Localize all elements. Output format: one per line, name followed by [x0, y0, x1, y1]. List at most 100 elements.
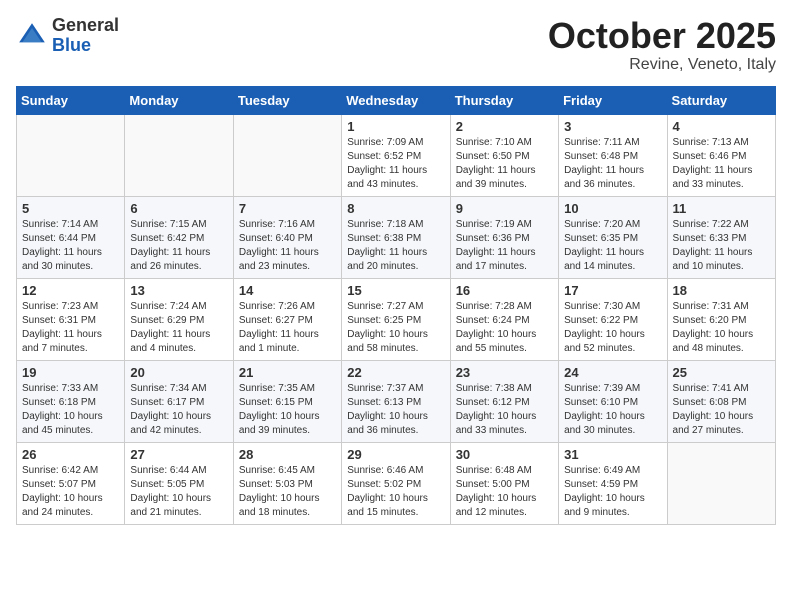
day-info: Sunrise: 7:37 AM Sunset: 6:13 PM Dayligh… — [347, 382, 444, 438]
day-number: 31 — [564, 447, 661, 462]
calendar-day-cell: 9Sunrise: 7:19 AM Sunset: 6:36 PM Daylig… — [450, 196, 558, 278]
day-number: 13 — [130, 283, 227, 298]
day-number: 5 — [22, 201, 119, 216]
logo: General Blue — [16, 16, 119, 56]
calendar-day-header: Wednesday — [342, 86, 450, 114]
day-info: Sunrise: 7:28 AM Sunset: 6:24 PM Dayligh… — [456, 300, 553, 356]
day-number: 15 — [347, 283, 444, 298]
day-number: 9 — [456, 201, 553, 216]
calendar-day-cell: 1 Sunrise: 7:09 AM Sunset: 6:52 PM Daylig… — [342, 114, 450, 196]
calendar-day-cell: 10Sunrise: 7:20 AM Sunset: 6:35 PM Dayli… — [559, 196, 667, 278]
day-info: Sunrise: 7:10 AM Sunset: 6:50 PM Dayligh… — [456, 136, 553, 192]
calendar-day-cell: 11 Sunrise: 7:22 AM Sunset: 6:33 PM Dayli… — [667, 196, 775, 278]
calendar-day-cell — [17, 114, 125, 196]
day-info: Sunrise: 7:15 AM Sunset: 6:42 PM Dayligh… — [130, 218, 227, 274]
calendar-day-cell: 6 Sunrise: 7:15 AM Sunset: 6:42 PM Daylig… — [125, 196, 233, 278]
calendar-week-row: 5 Sunrise: 7:14 AM Sunset: 6:44 PM Daylig… — [17, 196, 776, 278]
calendar-day-cell: 24 Sunrise: 7:39 AM Sunset: 6:10 PM Dayli… — [559, 360, 667, 442]
calendar-day-cell: 22Sunrise: 7:37 AM Sunset: 6:13 PM Dayli… — [342, 360, 450, 442]
calendar-day-cell: 23 Sunrise: 7:38 AM Sunset: 6:12 PM Dayli… — [450, 360, 558, 442]
calendar-day-cell: 20 Sunrise: 7:34 AM Sunset: 6:17 PM Dayli… — [125, 360, 233, 442]
calendar-day-header: Sunday — [17, 86, 125, 114]
day-number: 26 — [22, 447, 119, 462]
calendar-day-cell: 30 Sunrise: 6:48 AM Sunset: 5:00 PM Dayli… — [450, 442, 558, 524]
day-info: Sunrise: 7:18 AM Sunset: 6:38 PM Dayligh… — [347, 218, 444, 274]
day-number: 23 — [456, 365, 553, 380]
day-info: Sunrise: 7:41 AM Sunset: 6:08 PM Dayligh… — [673, 382, 770, 438]
day-number: 19 — [22, 365, 119, 380]
calendar-day-cell: 19 Sunrise: 7:33 AM Sunset: 6:18 PM Dayli… — [17, 360, 125, 442]
day-number: 18 — [673, 283, 770, 298]
day-number: 21 — [239, 365, 336, 380]
logo-icon — [16, 20, 48, 52]
day-number: 4 — [673, 119, 770, 134]
day-number: 12 — [22, 283, 119, 298]
day-info: Sunrise: 7:09 AM Sunset: 6:52 PM Dayligh… — [347, 136, 444, 192]
day-info: Sunrise: 7:14 AM Sunset: 6:44 PM Dayligh… — [22, 218, 119, 274]
title-block: October 2025 Revine, Veneto, Italy — [548, 16, 776, 74]
calendar-week-row: 26 Sunrise: 6:42 AM Sunset: 5:07 PM Dayli… — [17, 442, 776, 524]
calendar-week-row: 12 Sunrise: 7:23 AM Sunset: 6:31 PM Dayli… — [17, 278, 776, 360]
calendar-table: SundayMondayTuesdayWednesdayThursdayFrid… — [16, 86, 776, 525]
day-info: Sunrise: 7:23 AM Sunset: 6:31 PM Dayligh… — [22, 300, 119, 356]
day-info: Sunrise: 6:45 AM Sunset: 5:03 PM Dayligh… — [239, 464, 336, 520]
day-info: Sunrise: 7:38 AM Sunset: 6:12 PM Dayligh… — [456, 382, 553, 438]
calendar-day-cell: 25 Sunrise: 7:41 AM Sunset: 6:08 PM Dayli… — [667, 360, 775, 442]
day-number: 24 — [564, 365, 661, 380]
calendar-day-header: Thursday — [450, 86, 558, 114]
day-number: 2 — [456, 119, 553, 134]
day-number: 10 — [564, 201, 661, 216]
calendar-day-cell: 18 Sunrise: 7:31 AM Sunset: 6:20 PM Dayli… — [667, 278, 775, 360]
day-number: 8 — [347, 201, 444, 216]
calendar-day-cell: 14 Sunrise: 7:26 AM Sunset: 6:27 PM Dayli… — [233, 278, 341, 360]
day-info: Sunrise: 6:49 AM Sunset: 4:59 PM Dayligh… — [564, 464, 661, 520]
logo-general-text: General — [52, 16, 119, 36]
calendar-day-header: Tuesday — [233, 86, 341, 114]
calendar-day-cell: 15 Sunrise: 7:27 AM Sunset: 6:25 PM Dayli… — [342, 278, 450, 360]
day-info: Sunrise: 7:13 AM Sunset: 6:46 PM Dayligh… — [673, 136, 770, 192]
day-number: 17 — [564, 283, 661, 298]
calendar-day-cell: 26 Sunrise: 6:42 AM Sunset: 5:07 PM Dayli… — [17, 442, 125, 524]
day-info: Sunrise: 7:31 AM Sunset: 6:20 PM Dayligh… — [673, 300, 770, 356]
calendar-day-cell — [667, 442, 775, 524]
day-info: Sunrise: 6:44 AM Sunset: 5:05 PM Dayligh… — [130, 464, 227, 520]
day-number: 14 — [239, 283, 336, 298]
day-number: 29 — [347, 447, 444, 462]
day-info: Sunrise: 7:22 AM Sunset: 6:33 PM Dayligh… — [673, 218, 770, 274]
calendar-day-cell: 2 Sunrise: 7:10 AM Sunset: 6:50 PM Daylig… — [450, 114, 558, 196]
day-info: Sunrise: 6:42 AM Sunset: 5:07 PM Dayligh… — [22, 464, 119, 520]
calendar-day-cell: 17Sunrise: 7:30 AM Sunset: 6:22 PM Dayli… — [559, 278, 667, 360]
day-number: 20 — [130, 365, 227, 380]
day-info: Sunrise: 6:48 AM Sunset: 5:00 PM Dayligh… — [456, 464, 553, 520]
calendar-day-cell: 21Sunrise: 7:35 AM Sunset: 6:15 PM Dayli… — [233, 360, 341, 442]
page-header: General Blue October 2025 Revine, Veneto… — [16, 16, 776, 74]
calendar-day-cell: 5 Sunrise: 7:14 AM Sunset: 6:44 PM Daylig… — [17, 196, 125, 278]
calendar-day-header: Monday — [125, 86, 233, 114]
day-info: Sunrise: 7:33 AM Sunset: 6:18 PM Dayligh… — [22, 382, 119, 438]
day-info: Sunrise: 7:27 AM Sunset: 6:25 PM Dayligh… — [347, 300, 444, 356]
calendar-day-cell — [125, 114, 233, 196]
day-info: Sunrise: 7:39 AM Sunset: 6:10 PM Dayligh… — [564, 382, 661, 438]
calendar-day-cell: 29 Sunrise: 6:46 AM Sunset: 5:02 PM Dayli… — [342, 442, 450, 524]
location-subtitle: Revine, Veneto, Italy — [548, 56, 776, 74]
day-number: 16 — [456, 283, 553, 298]
day-number: 1 — [347, 119, 444, 134]
day-info: Sunrise: 7:26 AM Sunset: 6:27 PM Dayligh… — [239, 300, 336, 356]
day-info: Sunrise: 7:11 AM Sunset: 6:48 PM Dayligh… — [564, 136, 661, 192]
day-info: Sunrise: 6:46 AM Sunset: 5:02 PM Dayligh… — [347, 464, 444, 520]
day-number: 25 — [673, 365, 770, 380]
calendar-day-cell: 8 Sunrise: 7:18 AM Sunset: 6:38 PM Daylig… — [342, 196, 450, 278]
calendar-day-cell — [233, 114, 341, 196]
day-number: 11 — [673, 201, 770, 216]
calendar-day-cell: 28Sunrise: 6:45 AM Sunset: 5:03 PM Dayli… — [233, 442, 341, 524]
logo-blue-text: Blue — [52, 36, 119, 56]
calendar-day-cell: 13 Sunrise: 7:24 AM Sunset: 6:29 PM Dayli… — [125, 278, 233, 360]
day-number: 30 — [456, 447, 553, 462]
calendar-header-row: SundayMondayTuesdayWednesdayThursdayFrid… — [17, 86, 776, 114]
calendar-day-cell: 31 Sunrise: 6:49 AM Sunset: 4:59 PM Dayli… — [559, 442, 667, 524]
calendar-day-cell: 7Sunrise: 7:16 AM Sunset: 6:40 PM Daylig… — [233, 196, 341, 278]
day-number: 6 — [130, 201, 227, 216]
day-info: Sunrise: 7:34 AM Sunset: 6:17 PM Dayligh… — [130, 382, 227, 438]
day-number: 3 — [564, 119, 661, 134]
day-info: Sunrise: 7:24 AM Sunset: 6:29 PM Dayligh… — [130, 300, 227, 356]
